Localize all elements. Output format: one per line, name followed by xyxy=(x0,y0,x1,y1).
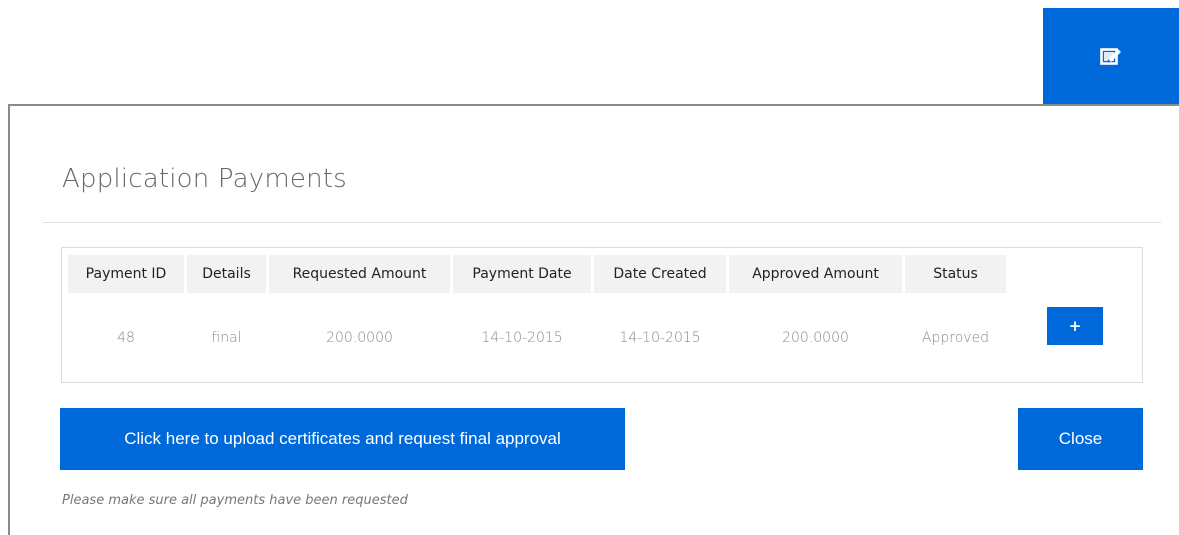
cell-details: final xyxy=(211,330,242,346)
column-header-payment-date: Payment Date xyxy=(453,255,591,293)
edit-icon xyxy=(1100,48,1121,65)
cell-date-created: 14-10-2015 xyxy=(619,330,701,346)
cell-payment-date: 14-10-2015 xyxy=(481,330,563,346)
title-divider xyxy=(43,222,1161,223)
column-header-payment-id: Payment ID xyxy=(68,255,184,293)
cell-payment-id: 48 xyxy=(117,330,135,346)
column-header-approved-amount: Approved Amount xyxy=(729,255,902,293)
cell-requested-amount: 200.0000 xyxy=(326,330,393,346)
payments-table: Payment ID Details Requested Amount Paym… xyxy=(61,247,1143,383)
column-header-status: Status xyxy=(905,255,1006,293)
page: Application Payments Payment ID Details … xyxy=(0,0,1179,535)
add-payment-button[interactable]: + xyxy=(1047,307,1103,345)
column-header-requested-amount: Requested Amount xyxy=(269,255,450,293)
close-button[interactable]: Close xyxy=(1018,408,1143,470)
column-header-details: Details xyxy=(187,255,266,293)
column-header-date-created: Date Created xyxy=(594,255,726,293)
cell-approved-amount: 200.0000 xyxy=(782,330,849,346)
payments-note: Please make sure all payments have been … xyxy=(62,493,408,508)
payments-modal: Application Payments Payment ID Details … xyxy=(8,104,1179,535)
upload-certificates-button[interactable]: Click here to upload certificates and re… xyxy=(60,408,625,470)
modal-title: Application Payments xyxy=(62,164,347,194)
edit-button[interactable] xyxy=(1043,8,1179,104)
cell-status: Approved xyxy=(921,330,990,346)
